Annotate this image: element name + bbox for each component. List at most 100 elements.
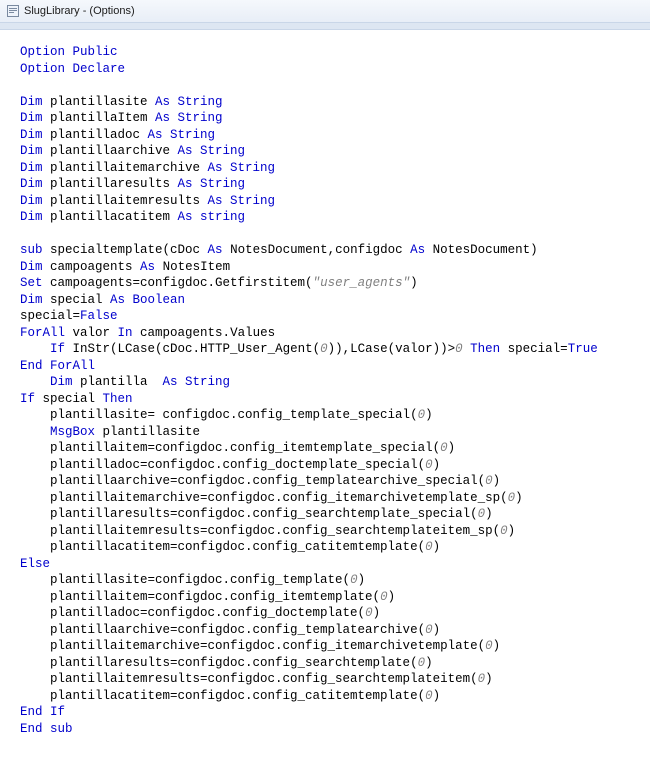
- token-kw: As String: [155, 111, 223, 125]
- token-kw: As String: [178, 144, 246, 158]
- token-num: 0: [478, 507, 486, 521]
- token-kw: Declare: [73, 62, 126, 76]
- token-kw: sub: [20, 243, 43, 257]
- token-plain: plantillaarchive: [43, 144, 178, 158]
- token-plain: ): [508, 524, 516, 538]
- code-line: Dim plantillaItem As String: [20, 110, 630, 127]
- token-kw: As String: [208, 161, 276, 175]
- token-kw: Dim: [20, 210, 43, 224]
- token-num: 0: [425, 458, 433, 472]
- token-plain: ): [485, 672, 493, 686]
- token-plain: InStr(LCase(cDoc.HTTP_User_Agent(: [65, 342, 320, 356]
- token-kw: False: [80, 309, 118, 323]
- token-plain: [20, 375, 50, 389]
- token-kw: Else: [20, 557, 50, 571]
- token-plain: ): [493, 639, 501, 653]
- token-kw: As: [410, 243, 425, 257]
- token-kw: Public: [73, 45, 118, 59]
- token-kw: Dim: [20, 293, 43, 307]
- code-line: plantillaitem=configdoc.config_itemtempl…: [20, 589, 630, 606]
- code-line: sub specialtemplate(cDoc As NotesDocumen…: [20, 242, 630, 259]
- token-kw: Dim: [20, 128, 43, 142]
- token-plain: campoagents.Values: [133, 326, 276, 340]
- code-line: Dim plantilladoc As String: [20, 127, 630, 144]
- token-plain: plantillaitem=configdoc.config_itemtempl…: [20, 441, 440, 455]
- token-plain: plantillasite: [43, 95, 156, 109]
- token-num: 0: [478, 672, 486, 686]
- code-line: plantilladoc=configdoc.config_doctemplat…: [20, 605, 630, 622]
- token-plain: ): [433, 623, 441, 637]
- code-line: [20, 226, 630, 243]
- token-plain: plantillasite: [95, 425, 200, 439]
- code-editor[interactable]: Option PublicOption Declare Dim plantill…: [0, 30, 650, 757]
- token-kw: End ForAll: [20, 359, 95, 373]
- code-line: plantillaresults=configdoc.config_search…: [20, 506, 630, 523]
- token-plain: plantillaitemarchive=configdoc.config_it…: [20, 491, 508, 505]
- code-line: Option Declare: [20, 61, 630, 78]
- token-num: 0: [425, 623, 433, 637]
- token-plain: NotesDocument): [425, 243, 538, 257]
- script-module-icon: [6, 4, 20, 18]
- token-str: "user_agents": [313, 276, 411, 290]
- code-line: Dim special As Boolean: [20, 292, 630, 309]
- token-plain: plantillaresults: [43, 177, 178, 191]
- token-plain: plantilla: [73, 375, 163, 389]
- token-num: 0: [508, 491, 516, 505]
- token-plain: ): [433, 458, 441, 472]
- token-plain: ): [388, 590, 396, 604]
- code-line: plantillaarchive=configdoc.config_templa…: [20, 622, 630, 639]
- token-kw: Dim: [20, 95, 43, 109]
- token-kw: As: [140, 260, 155, 274]
- token-num: 0: [320, 342, 328, 356]
- token-plain: NotesDocument,configdoc: [223, 243, 411, 257]
- code-line: plantillaitemresults=configdoc.config_se…: [20, 671, 630, 688]
- token-kw: As String: [155, 95, 223, 109]
- token-kw: As string: [178, 210, 246, 224]
- token-plain: ): [485, 507, 493, 521]
- token-plain: valor: [65, 326, 118, 340]
- token-kw: End If: [20, 705, 65, 719]
- token-num: 0: [440, 441, 448, 455]
- token-plain: campoagents: [43, 260, 141, 274]
- token-plain: ): [433, 689, 441, 703]
- token-plain: [20, 425, 50, 439]
- code-line: plantillasite= configdoc.config_template…: [20, 407, 630, 424]
- code-line: Dim plantillaarchive As String: [20, 143, 630, 160]
- code-line: plantillacatitem=configdoc.config_catite…: [20, 688, 630, 705]
- code-line: Else: [20, 556, 630, 573]
- title-bar: SlugLibrary - (Options): [0, 0, 650, 23]
- token-plain: ): [358, 573, 366, 587]
- code-line: End If: [20, 704, 630, 721]
- code-line: plantillacatitem=configdoc.config_catite…: [20, 539, 630, 556]
- token-kw: Dim: [20, 177, 43, 191]
- code-line: [20, 77, 630, 94]
- code-line: plantillaitem=configdoc.config_itemtempl…: [20, 440, 630, 457]
- code-line: special=False: [20, 308, 630, 325]
- token-plain: ): [425, 408, 433, 422]
- code-line: plantillaresults=configdoc.config_search…: [20, 655, 630, 672]
- token-plain: plantillaitemresults=configdoc.config_se…: [20, 524, 500, 538]
- token-kw: If: [20, 392, 35, 406]
- token-num: 0: [455, 342, 463, 356]
- token-plain: plantillaitemarchive: [43, 161, 208, 175]
- token-plain: )),LCase(valor))>: [328, 342, 456, 356]
- token-kw: As Boolean: [110, 293, 185, 307]
- token-num: 0: [425, 689, 433, 703]
- code-line: Dim plantillasite As String: [20, 94, 630, 111]
- token-kw: As String: [163, 375, 231, 389]
- token-plain: plantillaitemresults=configdoc.config_se…: [20, 672, 478, 686]
- token-plain: plantillacatitem=configdoc.config_catite…: [20, 540, 425, 554]
- token-num: 0: [380, 590, 388, 604]
- code-line: plantilladoc=configdoc.config_doctemplat…: [20, 457, 630, 474]
- token-kw: As String: [208, 194, 276, 208]
- code-line: plantillaitemarchive=configdoc.config_it…: [20, 490, 630, 507]
- token-kw: End sub: [20, 722, 73, 736]
- token-plain: plantilladoc=configdoc.config_doctemplat…: [20, 458, 425, 472]
- code-line: Dim plantillaitemarchive As String: [20, 160, 630, 177]
- token-plain: plantillaresults=configdoc.config_search…: [20, 507, 478, 521]
- token-num: 0: [418, 656, 426, 670]
- token-num: 0: [500, 524, 508, 538]
- token-kw: Dim: [20, 260, 43, 274]
- code-line: Dim plantillacatitem As string: [20, 209, 630, 226]
- token-plain: [65, 45, 73, 59]
